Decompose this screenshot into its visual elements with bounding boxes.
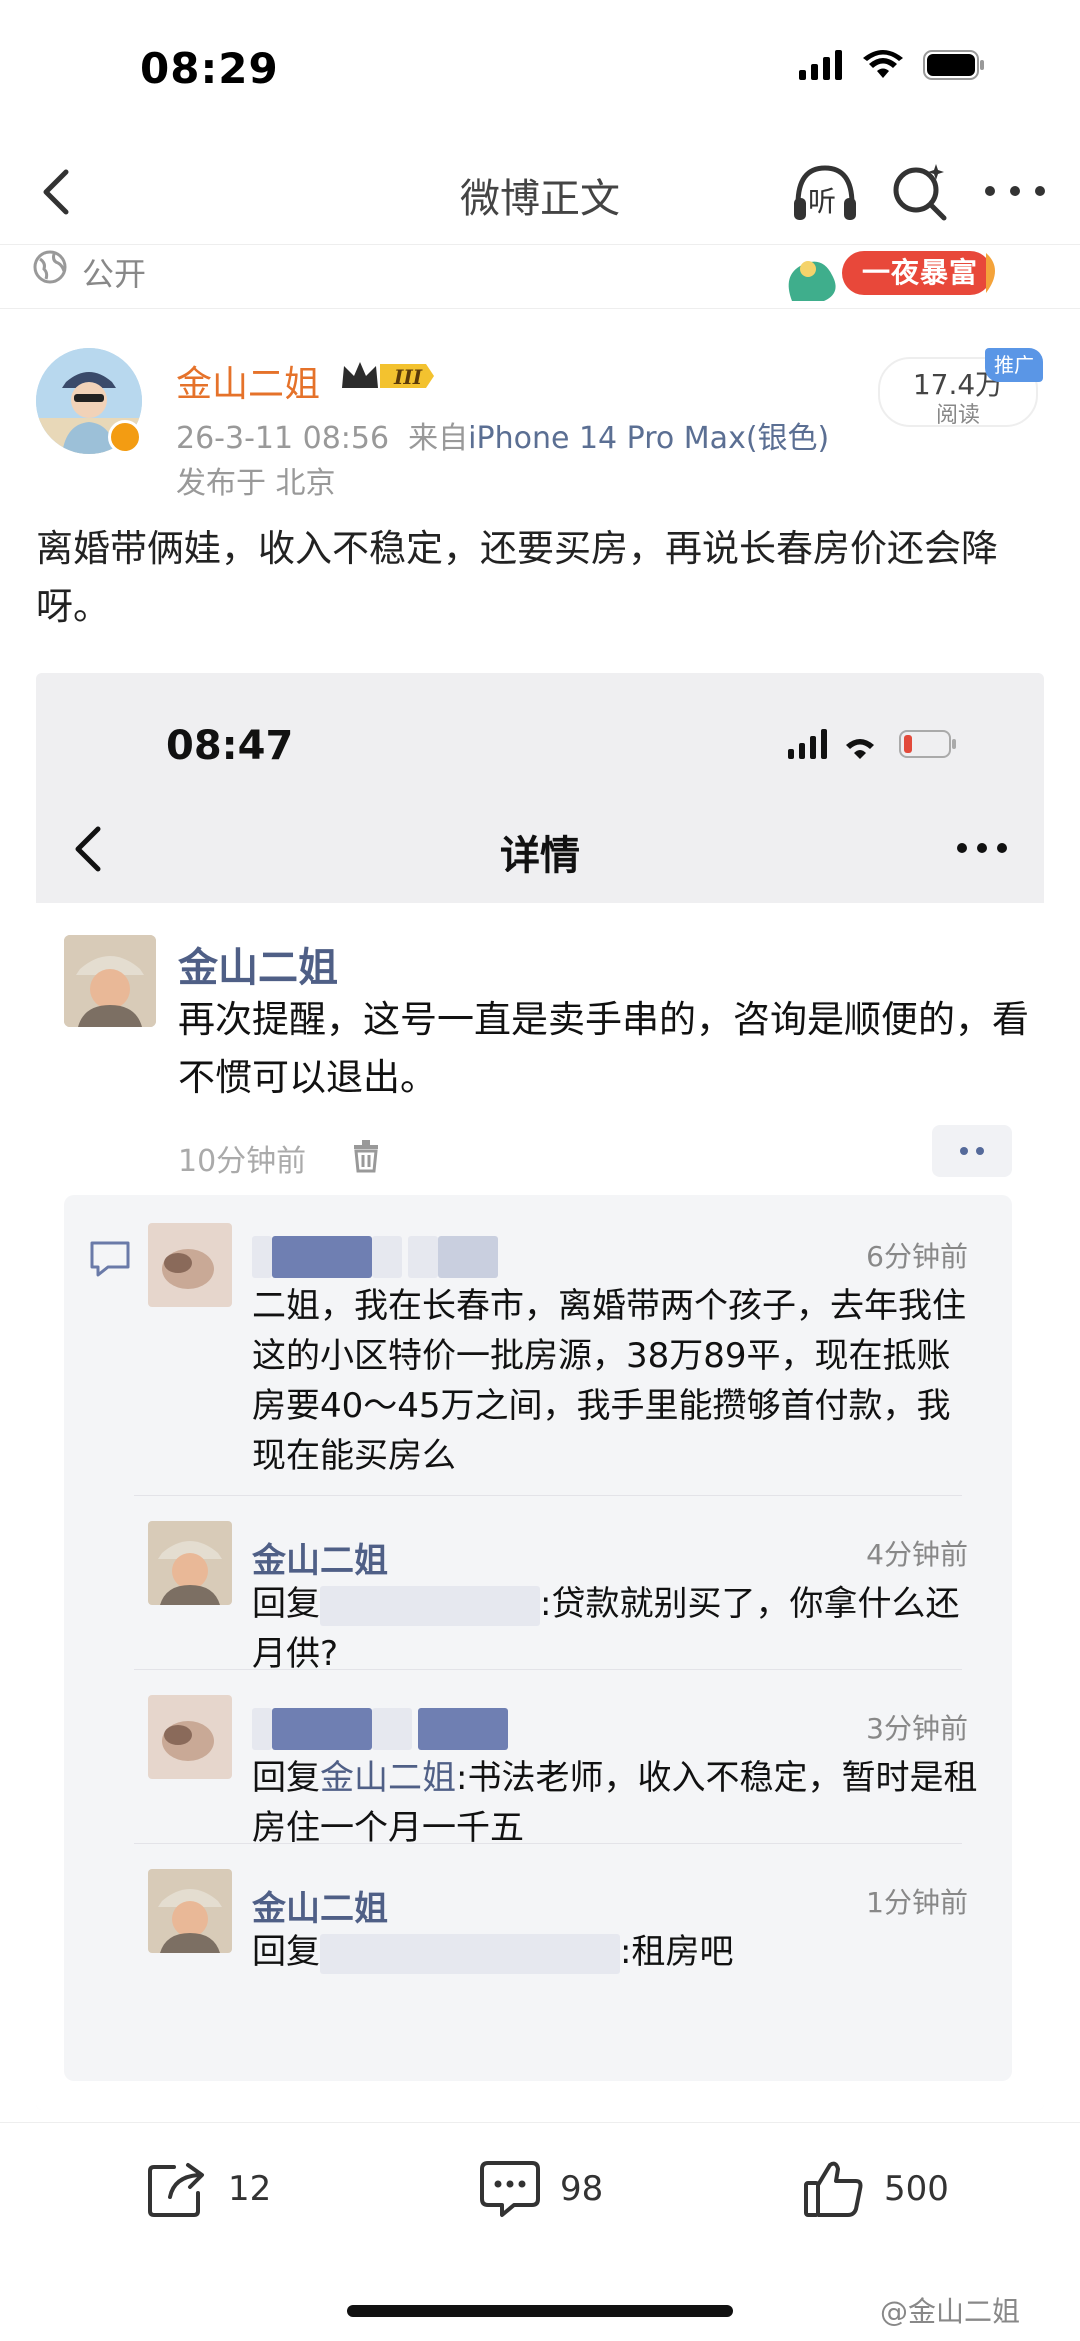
visibility-row: 公开 一夜暴富 <box>0 245 1080 309</box>
crown-level-text: III <box>393 365 423 389</box>
battery-icon <box>923 50 984 80</box>
reply-text: 回复金山二姐:书法老师，收入不稳定，暂时是租房住一个月一千五 <box>252 1753 982 1853</box>
reply-author-name <box>252 1235 498 1278</box>
listen-button[interactable]: 听 <box>790 160 860 226</box>
action-bar: 12 98 500 <box>0 2122 1080 2252</box>
avatar-image <box>64 935 156 1027</box>
home-indicator[interactable] <box>347 2305 733 2317</box>
reply-mention: 金山二姐 <box>320 1758 456 1798</box>
repost-button[interactable]: 12 <box>146 2159 271 2219</box>
post-location: 发布于 北京 <box>176 466 336 501</box>
avatar-image <box>148 1521 232 1605</box>
watermark: @金山二姐 <box>880 2295 1021 2328</box>
embedded-comment-time: 10分钟前 <box>178 1144 307 1179</box>
embedded-comment-text: 再次提醒，这号一直是卖手串的，咨询是顺便的，看不惯可以退出。 <box>178 998 1029 1099</box>
ad-tag: 推广 <box>985 348 1043 382</box>
repost-count: 12 <box>228 2169 272 2209</box>
reply-avatar <box>148 1223 232 1307</box>
globe-icon <box>33 250 67 284</box>
reply-prefix: 回复 <box>252 1584 320 1624</box>
reply-author-name: 金山二姐 <box>252 1889 388 1929</box>
reply-item: 3分钟前 回复金山二姐:书法老师，收入不稳定，暂时是租房住一个月一千五 <box>148 1695 990 1848</box>
listen-label: 听 <box>808 185 837 218</box>
reply-time: 6分钟前 <box>866 1240 968 1273</box>
post-device[interactable]: iPhone 14 Pro Max(银色) <box>468 421 829 456</box>
wifi-icon <box>863 50 903 78</box>
status-time: 08:29 <box>140 44 279 93</box>
reply-item: 6分钟前 二姐，我在长春市，离婚带两个孩子，去年我住这的小区特价一批房源，38万… <box>148 1223 990 1476</box>
verified-badge <box>108 420 142 454</box>
reply-avatar <box>148 1869 232 1953</box>
crown-level-badge[interactable]: III <box>338 356 436 396</box>
reply-divider <box>134 1495 962 1496</box>
like-button[interactable]: 500 <box>802 2159 949 2219</box>
post-text: 离婚带俩娃，收入不稳定，还要买房，再说长春房价还会降呀。 <box>36 527 998 628</box>
reply-text: 回复 :租房吧 <box>252 1927 982 1977</box>
reply-item: 金山二姐 1分钟前 回复 :租房吧 <box>148 1869 990 1989</box>
embedded-status-icons <box>788 729 956 759</box>
reply-thread-icon <box>90 1241 130 1277</box>
embedded-status-time: 08:47 <box>166 723 294 769</box>
reply-avatar <box>148 1521 232 1605</box>
reply-text: 回复:贷款就别买了，你拿什么还月供? <box>252 1579 982 1679</box>
embedded-more-icon <box>957 843 1007 853</box>
more-icon[interactable] <box>980 166 1050 216</box>
post-meta: 26-3-11 08:56 来自iPhone 14 Pro Max(银色) <box>176 413 829 457</box>
author-name[interactable]: 金山二姐 <box>176 355 320 407</box>
reply-list: 6分钟前 二姐，我在长春市，离婚带两个孩子，去年我住这的小区特价一批房源，38万… <box>64 1195 1012 2081</box>
embedded-header: 08:47 详情 <box>36 673 1044 903</box>
embedded-screenshot[interactable]: 08:47 详情 金山二姐 再次提醒，这号一直是卖手串的，咨询是顺便的，看不惯可… <box>36 673 1044 2110</box>
comment-icon <box>480 2161 540 2217</box>
reply-avatar <box>148 1695 232 1779</box>
embedded-title: 详情 <box>500 833 580 879</box>
avatar-image <box>148 1223 232 1307</box>
embedded-author-name: 金山二姐 <box>178 945 338 991</box>
post-datetime: 26-3-11 08:56 <box>176 421 390 456</box>
dots-icon <box>960 1147 984 1155</box>
visibility-label: 公开 <box>82 255 147 293</box>
reply-time: 4分钟前 <box>866 1538 968 1571</box>
nav-bar: 微博正文 听 <box>0 140 1080 245</box>
reply-prefix: 回复 <box>252 1932 320 1972</box>
post-source-prefix: 来自 <box>408 421 469 456</box>
thumbs-up-icon <box>804 2161 863 2217</box>
status-bar: 08:29 <box>0 0 1080 140</box>
reply-time: 3分钟前 <box>866 1712 968 1745</box>
search-icon[interactable] <box>890 162 950 222</box>
status-icons <box>799 50 985 80</box>
like-count: 500 <box>884 2169 949 2209</box>
avatar-image <box>148 1695 232 1779</box>
reply-text: 二姐，我在长春市，离婚带两个孩子，去年我住这的小区特价一批房源，38万89平，现… <box>252 1286 966 1476</box>
avatar-image <box>148 1869 232 1953</box>
reply-prefix: 回复 <box>252 1758 320 1798</box>
embedded-options-button <box>932 1125 1012 1177</box>
trash-icon <box>354 1140 378 1173</box>
reply-body: :租房吧 <box>620 1932 734 1972</box>
reply-divider <box>134 1669 962 1670</box>
reply-time: 1分钟前 <box>866 1886 968 1919</box>
embedded-author-avatar <box>64 935 156 1027</box>
comment-count: 98 <box>560 2169 604 2209</box>
share-icon <box>148 2163 204 2217</box>
read-count-label: 阅读 <box>935 403 980 428</box>
reply-author-name <box>252 1707 508 1750</box>
comment-button[interactable]: 98 <box>478 2159 603 2219</box>
reply-divider <box>134 1843 962 1844</box>
promo-banner-text: 一夜暴富 <box>862 256 979 289</box>
reply-item: 金山二姐 4分钟前 回复:贷款就别买了，你拿什么还月供? <box>148 1521 990 1674</box>
reply-author-name: 金山二姐 <box>252 1541 388 1581</box>
signal-icon <box>799 50 842 80</box>
embedded-comment-area: 金山二姐 再次提醒，这号一直是卖手串的，咨询是顺便的，看不惯可以退出。 10分钟… <box>36 903 1044 2110</box>
